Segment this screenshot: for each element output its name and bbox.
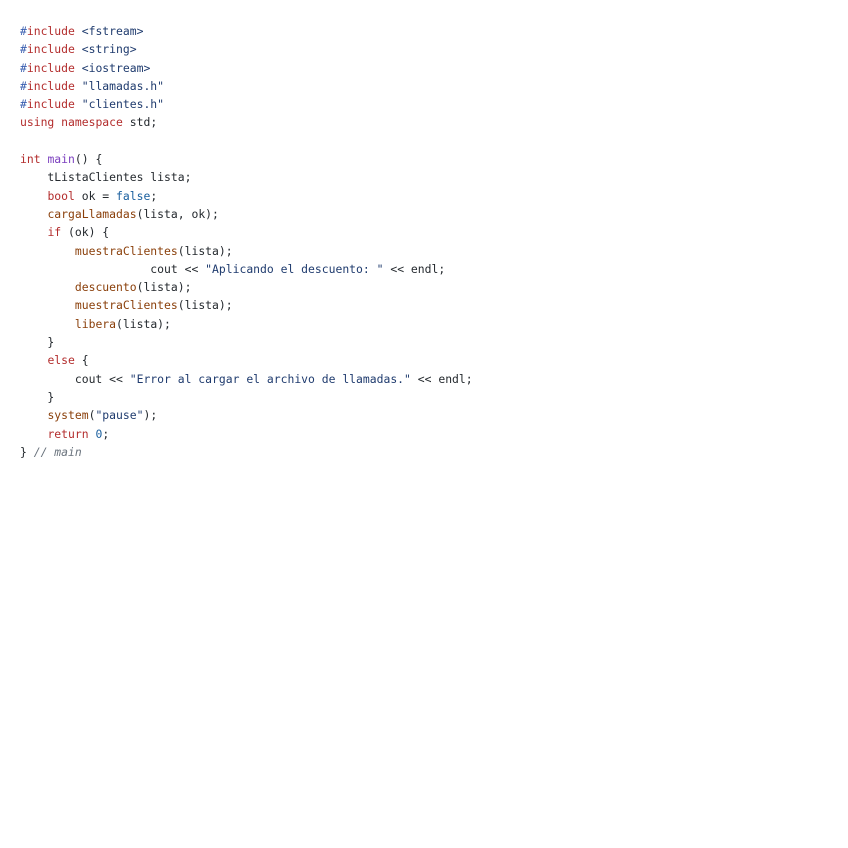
code-token: std; xyxy=(122,115,158,130)
code-line: } xyxy=(20,333,828,351)
code-token: () { xyxy=(74,152,103,167)
code-token: namespace xyxy=(61,115,123,130)
code-editor[interactable]: #include <fstream> #include <string> #incl… xyxy=(20,22,828,461)
code-token: muestraClientes xyxy=(74,298,178,313)
code-token: (lista); xyxy=(177,243,233,258)
code-token: bool xyxy=(47,188,75,203)
code-line: bool ok = false; xyxy=(20,187,828,205)
code-token: include xyxy=(26,97,75,112)
code-line: if (ok) { xyxy=(20,223,828,241)
code-token: <string> xyxy=(81,42,137,57)
code-line: #include <fstream> xyxy=(20,22,828,40)
code-line: #include "llamadas.h" xyxy=(20,77,828,95)
code-line: } xyxy=(20,388,828,406)
code-line: return 0; xyxy=(20,425,828,443)
code-token: "Error al cargar el archivo de llamadas.… xyxy=(129,371,411,386)
code-line: else { xyxy=(20,351,828,369)
code-token: include xyxy=(26,24,75,38)
code-token: (lista); xyxy=(136,280,192,295)
code-token: cargaLlamadas xyxy=(47,206,137,221)
code-token: # xyxy=(20,42,27,57)
code-token: << endl; xyxy=(410,371,473,386)
code-token: (lista); xyxy=(116,316,171,331)
code-token: # xyxy=(20,24,27,38)
code-line: cargaLlamadas(lista, ok); xyxy=(20,205,828,223)
code-line: int main() { xyxy=(20,150,828,168)
code-line: #include <iostream> xyxy=(20,59,828,77)
code-token: ; xyxy=(150,188,158,203)
code-token: if xyxy=(47,225,62,240)
code-token: using xyxy=(20,115,55,130)
code-token: main xyxy=(47,152,75,167)
code-line: cout << "Aplicando el descuento: " << en… xyxy=(20,260,828,278)
code-token: (ok) { xyxy=(61,225,110,240)
code-token: else xyxy=(47,353,75,368)
code-token: return xyxy=(47,426,89,441)
code-token: "clientes.h" xyxy=(81,97,165,112)
code-token: } xyxy=(20,389,55,404)
code-line: cout << "Error al cargar el archivo de l… xyxy=(20,370,828,388)
code-token: { xyxy=(74,353,89,368)
code-token: ok = xyxy=(74,188,117,203)
code-line: using namespace std; xyxy=(20,113,828,131)
code-line: tListaClientes lista; xyxy=(20,168,828,186)
code-line: muestraClientes(lista); xyxy=(20,296,828,314)
code-line: libera(lista); xyxy=(20,315,828,333)
code-token: // main xyxy=(33,444,82,459)
code-token: false xyxy=(116,188,151,203)
code-token: descuento xyxy=(74,280,137,295)
code-token: (lista); xyxy=(177,298,233,313)
code-token: } xyxy=(20,335,55,350)
code-line: descuento(lista); xyxy=(20,278,828,296)
code-token: <iostream> xyxy=(81,60,151,75)
code-token: include xyxy=(26,60,75,75)
code-token: "pause" xyxy=(95,408,144,423)
code-line: #include "clientes.h" xyxy=(20,95,828,113)
code-line: } // main xyxy=(20,443,828,461)
code-token: int xyxy=(20,152,41,167)
code-token: cout << xyxy=(20,261,206,276)
code-token: } xyxy=(20,444,34,459)
code-block[interactable]: #include <fstream> #include <string> #incl… xyxy=(20,22,828,461)
code-token: muestraClientes xyxy=(74,243,178,258)
code-token: include xyxy=(26,42,75,57)
code-token: << endl; xyxy=(383,261,446,276)
code-token: system xyxy=(47,408,89,423)
code-token: <fstream> xyxy=(81,24,144,38)
code-line: system("pause"); xyxy=(20,406,828,424)
code-token: tListaClientes lista; xyxy=(20,170,192,185)
code-token: # xyxy=(20,78,27,93)
code-token: (lista, ok); xyxy=(136,206,219,221)
code-token: libera xyxy=(74,316,117,331)
code-token: cout << xyxy=(20,371,130,386)
code-line: muestraClientes(lista); xyxy=(20,242,828,260)
code-token: ); xyxy=(143,408,158,423)
code-line: #include <string> xyxy=(20,40,828,58)
code-token: "llamadas.h" xyxy=(81,78,165,93)
code-token: "Aplicando el descuento: " xyxy=(205,261,384,276)
code-token: # xyxy=(20,60,27,75)
code-token: ; xyxy=(102,426,110,441)
code-token: # xyxy=(20,97,27,112)
code-token: include xyxy=(26,78,75,93)
